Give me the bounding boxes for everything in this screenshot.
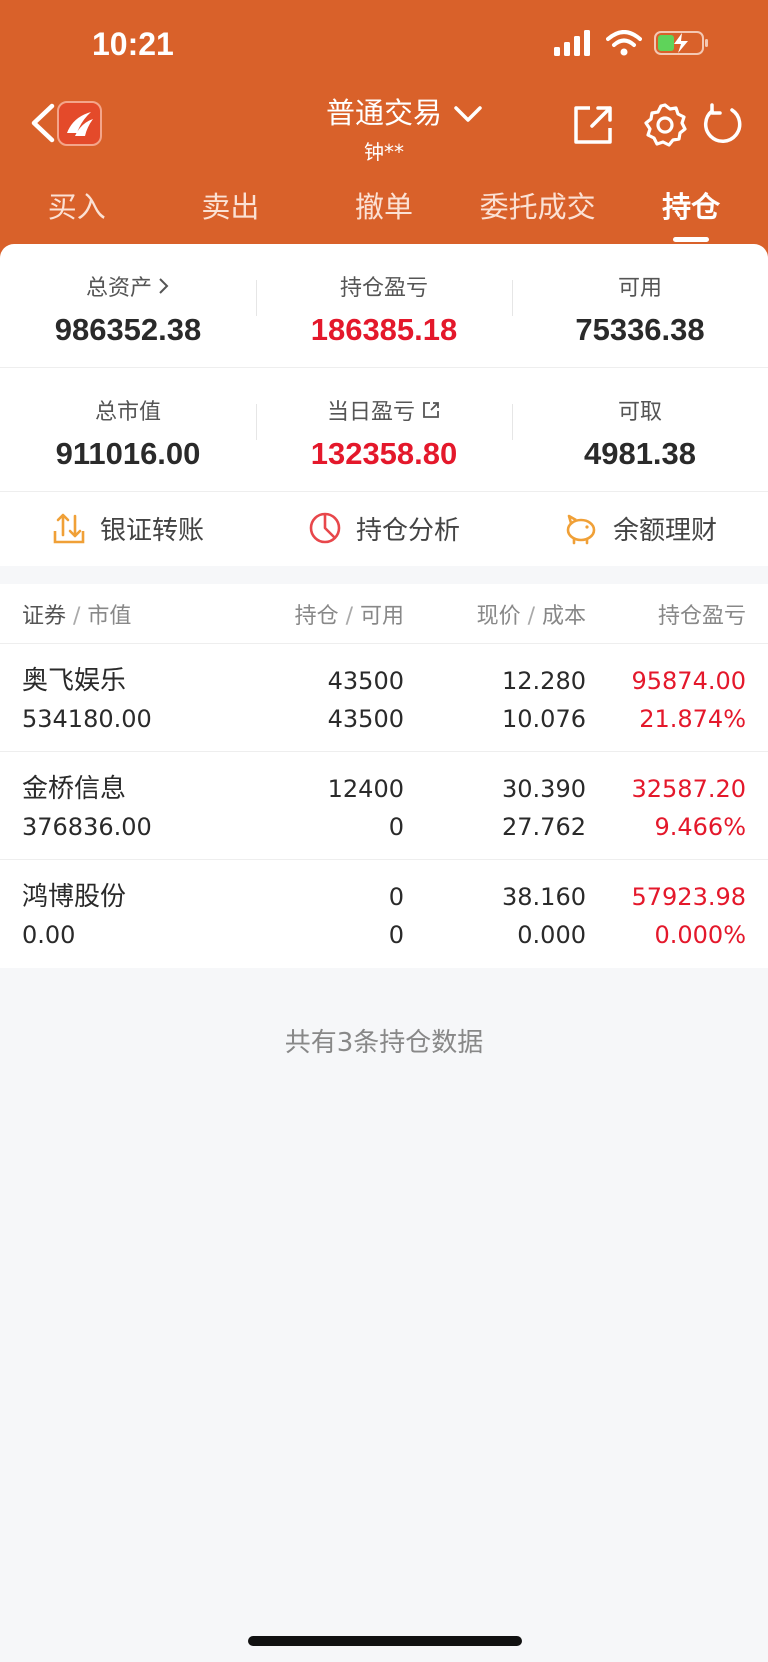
cost-price: 10.076 [502,705,586,733]
tab-sell[interactable]: 卖出 [154,180,308,236]
bank-transfer-button[interactable]: 银证转账 [0,510,256,547]
gear-icon[interactable] [642,102,688,148]
pie-chart-icon [309,512,341,544]
current-price: 12.280 [502,667,586,695]
stat-value: 986352.38 [54,312,202,347]
table-header: 证券 / 市值 持仓 / 可用 现价 / 成本 持仓盈亏 [0,584,768,644]
position-qty: 12400 [327,775,404,803]
stat-label: 持仓盈亏 [339,276,428,301]
stat-market-value: 总市值 911016.00 [0,368,256,491]
pnl-percent: 9.466% [654,813,746,841]
table-row[interactable]: 金桥信息 376836.00 12400 0 30.390 27.762 325… [0,752,768,860]
stat-value: 75336.38 [575,312,705,347]
stat-value: 132358.80 [310,436,458,471]
position-qty: 0 [388,883,404,911]
external-link-icon [423,402,439,418]
stat-value: 911016.00 [55,436,201,471]
quick-actions: 银证转账 持仓分析 余额理财 [0,492,768,564]
cost-price: 27.762 [502,813,586,841]
wifi-icon [606,30,642,56]
refresh-icon[interactable] [698,102,744,148]
piggy-bank-icon [566,514,596,545]
available-qty: 0 [388,921,404,949]
header-pnl: 持仓盈亏 [657,603,746,629]
status-time: 10:21 [92,26,174,62]
status-icons [554,30,710,56]
pnl-amount: 95874.00 [631,667,746,695]
table-row[interactable]: 鸿博股份 0.00 0 0 38.160 0.000 57923.98 0.00… [0,860,768,968]
security-name: 奥飞娱乐 [22,666,127,696]
security-name: 金桥信息 [22,774,127,804]
cellular-signal-icon [554,30,590,56]
available-qty: 43500 [327,705,404,733]
pnl-amount: 32587.20 [631,775,746,803]
header-price: 现价 / 成本 [476,603,586,629]
table-row[interactable]: 奥飞娱乐 534180.00 43500 43500 12.280 10.076… [0,644,768,752]
market-value: 0.00 [22,921,76,949]
chevron-down-icon [454,106,482,122]
stat-value: 4981.38 [583,436,697,471]
position-qty: 43500 [327,667,404,695]
action-label: 余额理财 [612,515,717,546]
pnl-amount: 57923.98 [631,883,746,911]
tab-orders-trades[interactable]: 委托成交 [461,180,615,236]
cost-price: 0.000 [517,921,586,949]
battery-charging-icon [654,31,708,55]
share-external-icon[interactable] [570,102,616,148]
pnl-percent: 21.874% [639,705,746,733]
stat-position-pnl: 持仓盈亏 186385.18 [256,244,512,367]
account-summary-card: 总资产 986352.38 持仓盈亏 186385.18 可用 75336.38… [0,244,768,566]
stat-label: 当日盈亏 [326,400,415,425]
tab-positions[interactable]: 持仓 [614,180,768,242]
stat-available: 可用 75336.38 [512,244,768,367]
current-price: 30.390 [502,775,586,803]
balance-wealth-button[interactable]: 余额理财 [512,510,768,547]
app-header: 10:21 普通交易 钟** 买入 卖出 撤单 委托成交 持仓 [0,0,768,262]
security-name: 鸿博股份 [22,882,127,912]
stat-label: 可用 [617,276,662,301]
market-value: 376836.00 [22,813,152,841]
stat-label: 总资产 [85,276,152,301]
action-label: 持仓分析 [355,515,460,546]
page-title: 普通交易 [325,96,442,130]
stat-value: 186385.18 [310,312,458,347]
position-analysis-button[interactable]: 持仓分析 [256,510,512,547]
summary-row-1: 总资产 986352.38 持仓盈亏 186385.18 可用 75336.38 [0,244,768,368]
action-label: 银证转账 [99,515,204,546]
stat-total-assets[interactable]: 总资产 986352.38 [0,244,256,367]
stat-label: 总市值 [94,400,161,425]
available-qty: 0 [388,813,404,841]
transfer-icon [53,513,85,544]
stat-daily-pnl[interactable]: 当日盈亏 132358.80 [256,368,512,491]
trade-tabs: 买入 卖出 撤单 委托成交 持仓 [0,180,768,242]
positions-table: 证券 / 市值 持仓 / 可用 现价 / 成本 持仓盈亏 奥飞娱乐 534180… [0,584,768,968]
current-price: 38.160 [502,883,586,911]
market-value: 534180.00 [22,705,152,733]
home-indicator[interactable] [248,1636,522,1646]
stat-withdrawable: 可取 4981.38 [512,368,768,491]
header-security: 证券 / 市值 [22,603,132,629]
pnl-percent: 0.000% [654,921,746,949]
chevron-right-icon [159,278,169,294]
positions-count-note: 共有3条持仓数据 [284,1028,484,1058]
summary-row-2: 总市值 911016.00 当日盈亏 132358.80 可取 4981.38 [0,368,768,492]
stat-label: 可取 [617,400,662,425]
tab-buy[interactable]: 买入 [0,180,154,236]
tab-cancel-order[interactable]: 撤单 [307,180,461,236]
header-position: 持仓 / 可用 [294,603,404,629]
